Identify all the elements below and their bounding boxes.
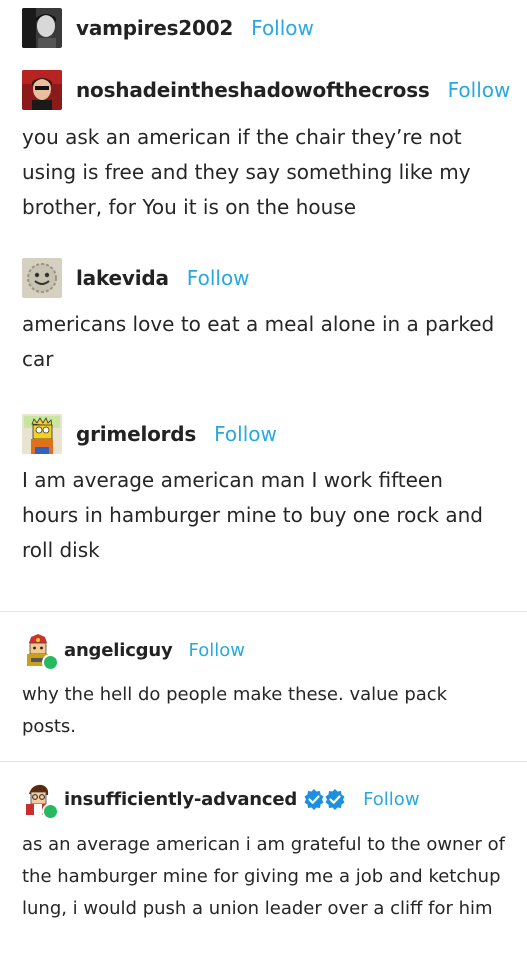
cartoon-character-avatar-icon — [22, 414, 62, 454]
divider — [0, 761, 527, 762]
bottlecap-face-avatar-icon — [22, 258, 62, 298]
follow-button[interactable]: Follow — [187, 266, 250, 290]
follow-button[interactable]: Follow — [189, 640, 245, 661]
username[interactable]: vampires2002 — [76, 16, 233, 40]
avatar[interactable] — [22, 414, 62, 454]
post-header: noshadeintheshadowofthecross Follow — [22, 70, 510, 110]
avatar[interactable] — [22, 783, 59, 820]
post-header: insufficiently-advanced Follow — [22, 783, 420, 820]
follow-button[interactable]: Follow — [251, 16, 314, 40]
username[interactable]: lakevida — [76, 266, 169, 290]
post-header: grimelords Follow — [22, 414, 277, 454]
divider — [0, 611, 527, 612]
username[interactable]: insufficiently-advanced — [64, 789, 297, 810]
follow-button[interactable]: Follow — [448, 78, 511, 102]
red-portrait-avatar-icon — [22, 70, 62, 110]
post-text: americans love to eat a meal alone in a … — [22, 312, 495, 371]
avatar[interactable] — [22, 258, 62, 298]
blue-check-icon — [304, 789, 345, 810]
follow-button[interactable]: Follow — [363, 789, 419, 810]
post-text: I am average american man I work fifteen… — [22, 468, 483, 562]
username[interactable]: angelicguy — [64, 640, 173, 661]
username[interactable]: grimelords — [76, 422, 196, 446]
avatar[interactable] — [22, 634, 59, 671]
online-badge — [42, 654, 59, 671]
online-badge — [42, 803, 59, 820]
avatar[interactable] — [22, 70, 62, 110]
post-header: vampires2002 Follow — [22, 8, 314, 48]
post-text: you ask an american if the chair they’re… — [22, 125, 471, 219]
post-header: lakevida Follow — [22, 258, 250, 298]
avatar[interactable] — [22, 8, 62, 48]
grey-portrait-avatar-icon — [22, 8, 62, 48]
verified-badge — [303, 788, 347, 810]
username[interactable]: noshadeintheshadowofthecross — [76, 78, 430, 102]
post-text: why the hell do people make these. value… — [22, 684, 448, 737]
post-text: as an average american i am grateful to … — [22, 834, 506, 919]
post-header: angelicguy Follow — [22, 634, 245, 671]
follow-button[interactable]: Follow — [214, 422, 277, 446]
